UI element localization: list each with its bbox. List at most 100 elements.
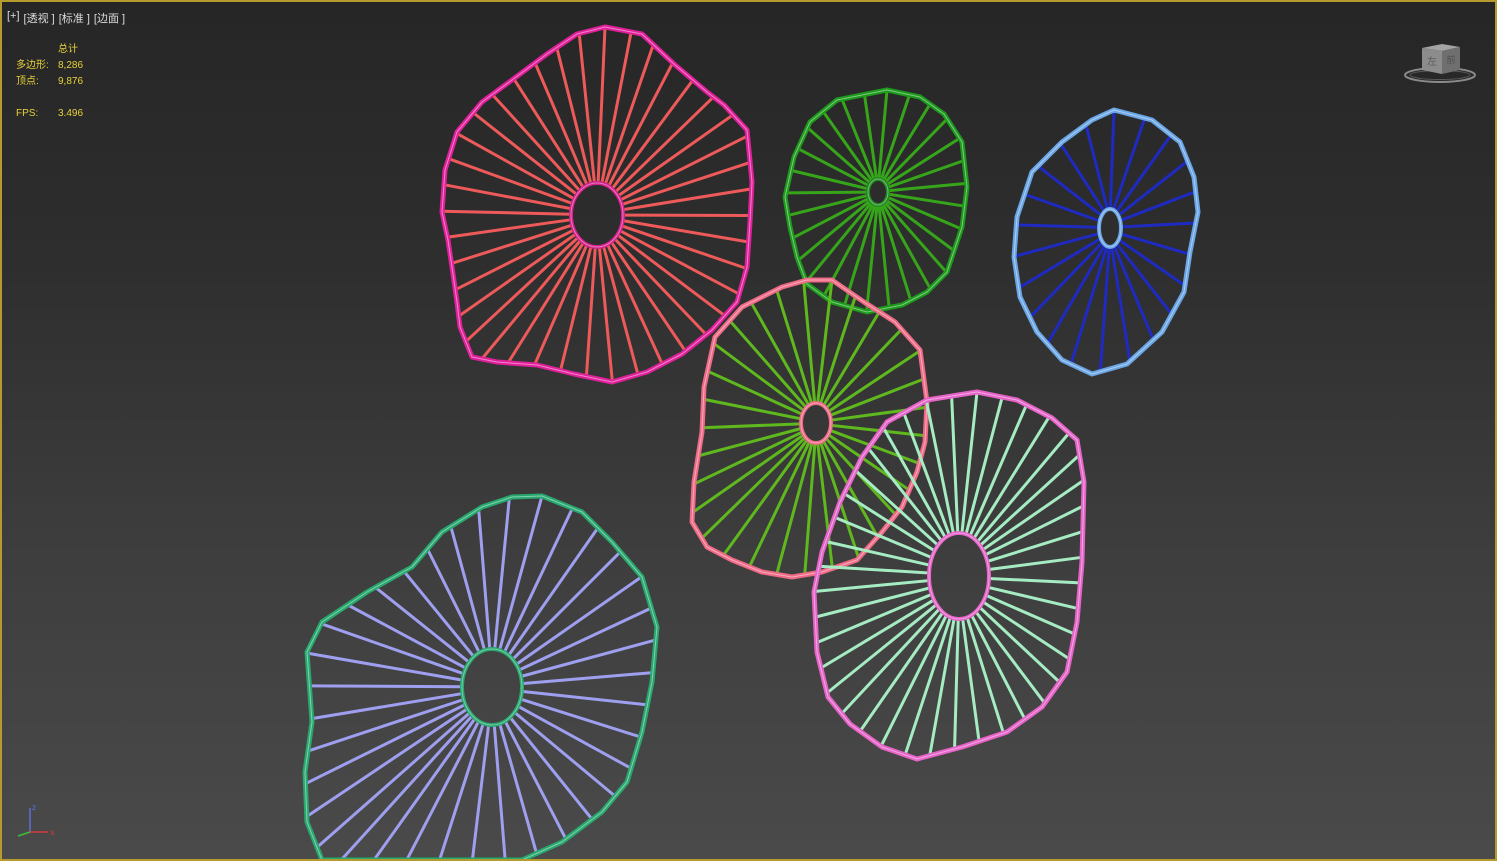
leaf-mint-spoke bbox=[826, 603, 938, 695]
leaf-mint-object[interactable] bbox=[811, 389, 1087, 762]
leaf-red-spoke bbox=[584, 246, 597, 377]
leaf-red-spoke bbox=[506, 241, 585, 364]
leaf-red-spoke bbox=[596, 26, 607, 184]
leaf-green-spoke bbox=[887, 192, 965, 208]
leaf-green-spoke bbox=[785, 190, 869, 195]
leaf-mint-spoke bbox=[988, 555, 1083, 572]
polygons-label: 多边形: bbox=[16, 60, 49, 71]
axis-tripod-icon: z x bbox=[17, 803, 55, 837]
leaf-blue-spoke bbox=[1120, 221, 1196, 229]
leaf-violet-object[interactable] bbox=[302, 493, 660, 860]
leaf-red-spoke bbox=[447, 218, 572, 239]
leaf-violet-hub-highlight bbox=[461, 648, 523, 726]
viewport-label-menu: [+] [透视 ] [标准 ] [边面 ] bbox=[7, 10, 125, 26]
vertices-label: 顶点: bbox=[16, 76, 39, 87]
leaf-red-spoke bbox=[600, 31, 633, 184]
leaf-mint-spoke bbox=[813, 579, 930, 593]
vertices-value: 9,876 bbox=[58, 76, 84, 87]
leaf-violet-spoke bbox=[477, 508, 492, 650]
leaf-mint-spoke bbox=[833, 515, 933, 560]
leaf-red-spoke bbox=[454, 228, 575, 292]
leaf-blue-object[interactable] bbox=[1011, 107, 1201, 377]
leaf-lime-spoke bbox=[819, 295, 857, 405]
leaf-mint-spoke bbox=[985, 593, 1076, 636]
leaf-mint-spoke bbox=[965, 616, 1005, 734]
leaf-red-rim bbox=[439, 24, 755, 385]
leaf-blue-spoke bbox=[1016, 223, 1100, 229]
leaf-green-spoke bbox=[886, 195, 962, 231]
leaf-violet-spoke bbox=[340, 714, 474, 859]
viewport-display-menu[interactable]: [边面 ] bbox=[94, 10, 125, 26]
leaf-mint-spoke bbox=[987, 585, 1079, 611]
leaf-lime-spoke bbox=[693, 430, 804, 486]
polygons-value: 8,286 bbox=[58, 60, 84, 71]
leaf-mint-spoke bbox=[960, 391, 979, 534]
viewport-plus-menu[interactable]: [+] bbox=[7, 10, 20, 26]
leaf-red-spoke bbox=[577, 33, 596, 184]
leaf-blue-spoke bbox=[1046, 243, 1107, 345]
leaf-blue-spoke bbox=[1013, 231, 1100, 258]
leaf-violet-spoke bbox=[309, 684, 463, 689]
leaf-red-spoke bbox=[555, 47, 593, 185]
leaf-red-spoke bbox=[442, 209, 572, 216]
axis-z-label: z bbox=[32, 803, 36, 812]
leaf-violet-spoke bbox=[521, 689, 648, 707]
leaf-blue-spoke bbox=[1108, 109, 1116, 210]
leaf-lime-spoke bbox=[822, 311, 881, 407]
leaf-blue-spoke bbox=[1028, 241, 1104, 319]
leaf-lime-spoke bbox=[702, 422, 802, 430]
scene-canvas[interactable] bbox=[2, 2, 1497, 861]
leaf-blue-rim bbox=[1011, 107, 1201, 377]
leaf-violet-spoke bbox=[320, 622, 465, 676]
leaf-lime-hub-highlight bbox=[800, 402, 832, 444]
leaf-blue-spoke bbox=[1084, 124, 1109, 210]
stats-header: 总计 bbox=[58, 44, 78, 55]
leaf-mint-spoke bbox=[964, 396, 1004, 535]
leaf-mint-spoke bbox=[961, 618, 981, 742]
axis-x-label: x bbox=[50, 828, 55, 837]
leaf-blue-spoke bbox=[1017, 237, 1102, 290]
leaf-lime-spoke bbox=[722, 438, 809, 557]
leaf-mint-hub-highlight bbox=[928, 532, 990, 620]
leaf-red-spoke bbox=[457, 232, 577, 318]
fps-label: FPS: bbox=[16, 108, 39, 119]
leaf-mint-spoke bbox=[988, 576, 1081, 585]
leaf-lime-spoke bbox=[706, 369, 804, 416]
viewcube-icon[interactable]: 左 前 bbox=[1402, 38, 1482, 90]
viewcube-face-front[interactable]: 前 bbox=[1446, 54, 1455, 66]
viewport-view-menu[interactable]: [透视 ] bbox=[24, 10, 55, 26]
leaf-blue-spoke bbox=[1024, 192, 1101, 223]
leaf-green-hub-highlight bbox=[867, 178, 889, 206]
leaf-lime-spoke bbox=[747, 440, 812, 568]
leaf-violet-spoke bbox=[521, 671, 653, 686]
leaf-red-hub-highlight bbox=[570, 182, 624, 248]
viewcube-face-left[interactable]: 左 bbox=[1427, 55, 1437, 68]
leaf-lime-spoke bbox=[703, 397, 802, 421]
leaf-mint-spoke bbox=[858, 611, 945, 733]
leaf-blue-spoke bbox=[1115, 242, 1173, 316]
leaf-mint-rim bbox=[811, 389, 1087, 762]
leaf-mint-spoke bbox=[981, 478, 1085, 552]
leaf-red-spoke bbox=[559, 245, 593, 372]
leaf-red-spoke bbox=[480, 239, 582, 360]
leaf-violet-spoke bbox=[402, 570, 475, 658]
leaf-lime-spoke bbox=[691, 433, 805, 514]
leaf-mint-spoke bbox=[825, 540, 931, 567]
leaf-green-spoke bbox=[879, 203, 913, 301]
leaf-violet-spoke bbox=[372, 717, 477, 859]
leaf-blue-hub-highlight bbox=[1098, 208, 1122, 248]
leaf-mint-spoke bbox=[972, 415, 1051, 540]
leaf-green-spoke bbox=[865, 204, 879, 313]
viewport-shading-menu[interactable]: [标准 ] bbox=[59, 10, 90, 26]
leaf-lime-object[interactable] bbox=[689, 277, 930, 580]
leaf-mint-spoke bbox=[950, 395, 960, 534]
perspective-viewport[interactable]: [+] [透视 ] [标准 ] [边面 ] 总计 多边形: 8,286 顶点: … bbox=[0, 0, 1497, 861]
leaf-blue-spoke bbox=[1120, 232, 1191, 256]
leaf-red-object[interactable] bbox=[439, 24, 755, 385]
leaf-green-spoke bbox=[877, 204, 891, 308]
leaf-violet-spoke bbox=[511, 550, 622, 661]
leaf-violet-spoke bbox=[374, 586, 471, 664]
statistics-overlay: 总计 多边形: 8,286 顶点: 9,876 FPS: 3.496 bbox=[16, 42, 83, 122]
fps-value: 3.496 bbox=[58, 108, 84, 119]
leaf-lime-spoke bbox=[697, 426, 802, 458]
